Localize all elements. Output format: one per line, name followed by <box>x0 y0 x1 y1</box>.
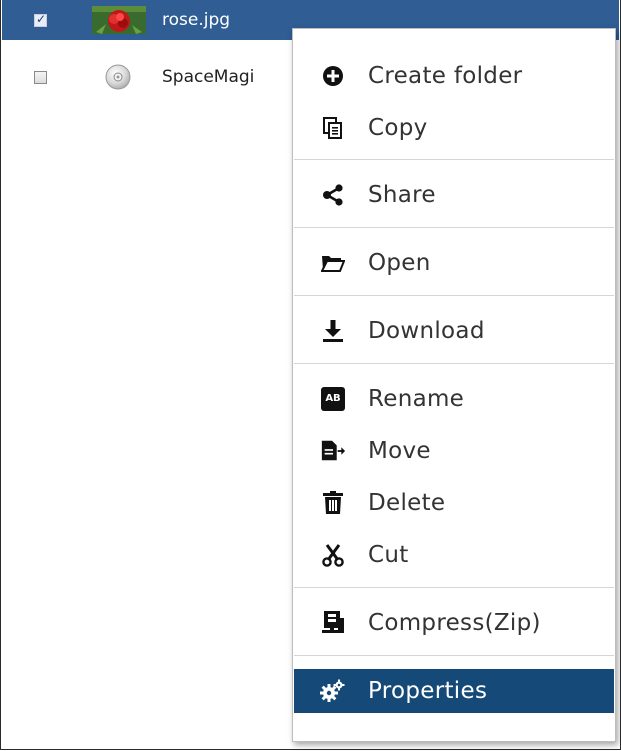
download-icon <box>320 318 346 344</box>
menu-item-label: Copy <box>368 115 428 141</box>
menu-item-share[interactable]: Share <box>294 173 614 217</box>
copy-icon <box>320 115 346 141</box>
menu-item-label: Share <box>368 182 436 208</box>
menu-item-label: Move <box>368 438 431 464</box>
file-checkbox[interactable]: ✓ <box>34 11 47 27</box>
menu-item-label: Download <box>368 318 485 344</box>
menu-item-label: Rename <box>368 386 465 412</box>
folder-open-icon <box>320 250 346 276</box>
menu-item-compress[interactable]: Compress(Zip) <box>294 601 614 645</box>
menu-item-rename[interactable]: AB Rename <box>294 377 614 421</box>
menu-divider <box>294 295 614 296</box>
menu-divider <box>294 227 614 228</box>
menu-divider <box>294 587 614 588</box>
menu-item-label: Compress(Zip) <box>368 610 541 636</box>
trash-icon <box>320 490 346 516</box>
check-icon: ✓ <box>36 11 47 26</box>
file-name: rose.jpg <box>162 10 231 30</box>
menu-item-create-folder[interactable]: Create folder <box>294 54 614 98</box>
menu-item-cut[interactable]: Cut <box>294 533 614 577</box>
menu-item-label: Cut <box>368 542 409 568</box>
menu-divider <box>294 159 614 160</box>
compress-icon <box>320 610 346 636</box>
menu-item-open[interactable]: Open <box>294 241 614 285</box>
share-icon <box>320 182 346 208</box>
menu-divider <box>294 655 614 656</box>
context-menu: Create folder Copy Share Open Download A… <box>292 28 616 742</box>
menu-divider <box>294 363 614 364</box>
menu-item-delete[interactable]: Delete <box>294 481 614 525</box>
plus-circle-icon <box>320 63 346 89</box>
menu-item-copy[interactable]: Copy <box>294 106 614 150</box>
file-name: SpaceMagi <box>162 67 255 87</box>
menu-item-label: Delete <box>368 490 446 516</box>
menu-item-download[interactable]: Download <box>294 309 614 353</box>
image-thumbnail <box>92 6 146 34</box>
rename-icon: AB <box>320 386 346 412</box>
move-icon <box>320 438 346 464</box>
menu-item-label: Create folder <box>368 63 523 89</box>
gears-icon <box>320 678 346 704</box>
menu-item-label: Open <box>368 250 431 276</box>
menu-item-label: Properties <box>368 678 488 704</box>
menu-item-move[interactable]: Move <box>294 429 614 473</box>
scissors-icon <box>320 542 346 568</box>
file-checkbox[interactable] <box>34 70 47 84</box>
disc-icon <box>104 63 132 91</box>
menu-item-properties[interactable]: Properties <box>294 669 614 713</box>
